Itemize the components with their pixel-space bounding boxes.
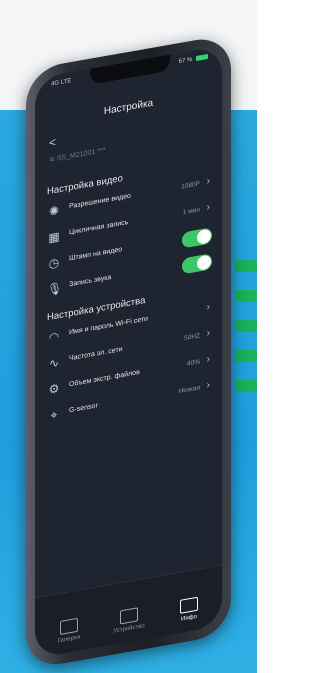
wifi-icon: ◠ xyxy=(48,329,60,345)
row-label: Цикличная запись xyxy=(69,218,129,237)
chevron-right-icon: › xyxy=(206,201,210,214)
chevron-right-icon: › xyxy=(206,175,210,188)
row-label: Имя и пароль Wi-Fi сети xyxy=(69,315,148,337)
page-title: Настройка xyxy=(103,97,154,118)
row-value: 1080P xyxy=(181,180,200,191)
row-label: G-sensor xyxy=(69,402,98,415)
info-icon xyxy=(180,596,198,614)
row-label: Запись звука xyxy=(69,273,112,289)
wifi-ssid: ≋ SS_M21001 *** xyxy=(49,146,105,164)
sun-icon: ✺ xyxy=(48,203,60,219)
microphone-icon: 🎙 xyxy=(47,280,63,298)
chevron-right-icon: › xyxy=(206,379,210,392)
app-screen: 4G LTE 67 % Настройка < ≋ SS_M21001 *** … xyxy=(35,45,222,659)
stamp-toggle[interactable] xyxy=(182,227,212,249)
row-label: Частота эл. сети xyxy=(69,345,123,363)
chevron-right-icon: › xyxy=(206,327,210,340)
row-label: Штамп на видео xyxy=(69,246,123,263)
ssid-label: SS_M21001 *** xyxy=(56,146,106,163)
status-bar: 4G LTE 67 % xyxy=(51,52,208,94)
crosshair-icon: ⌖ xyxy=(50,407,58,423)
gallery-icon xyxy=(60,617,78,636)
phone-frame: 4G LTE 67 % Настройка < ≋ SS_M21001 *** … xyxy=(26,33,231,671)
chevron-right-icon: › xyxy=(206,301,210,314)
toggle-knob xyxy=(197,228,211,245)
accent-marker xyxy=(235,290,257,302)
carrier-label: 4G LTE xyxy=(51,78,72,88)
phone-mockup: 4G LTE 67 % Настройка < ≋ SS_M21001 *** … xyxy=(26,4,231,671)
chevron-right-icon: › xyxy=(206,353,210,366)
row-label: Разрешение видео xyxy=(69,192,131,211)
row-value: 50HZ xyxy=(184,332,200,343)
accent-marker xyxy=(235,380,257,392)
battery-indicator: 67 % xyxy=(178,53,208,66)
tab-device[interactable]: Устройство xyxy=(101,604,157,637)
toggle-knob xyxy=(197,254,211,271)
row-value: 1 мин xyxy=(182,206,200,217)
row-label: Объем экстр. файлов xyxy=(69,368,140,389)
battery-percent: 67 % xyxy=(178,56,193,66)
clock-icon: ◷ xyxy=(48,255,60,271)
tab-gallery[interactable]: Галерея xyxy=(41,614,97,647)
tab-info[interactable]: Инфо xyxy=(161,593,217,626)
accent-marker xyxy=(235,350,257,362)
back-button[interactable]: < xyxy=(49,135,56,150)
battery-icon xyxy=(196,53,208,62)
waveform-icon: ∿ xyxy=(48,355,60,371)
accent-marker xyxy=(235,260,257,272)
tab-label: Устройство xyxy=(113,623,145,635)
accent-marker xyxy=(235,320,257,332)
tab-label: Инфо xyxy=(181,613,197,623)
gear-icon: ⚙ xyxy=(48,381,60,398)
tab-label: Галерея xyxy=(57,634,81,645)
audio-toggle[interactable] xyxy=(182,253,212,275)
row-value: 40% xyxy=(186,358,200,368)
clapperboard-icon: ▦ xyxy=(48,229,60,246)
camera-icon xyxy=(120,607,138,625)
row-value: Низкая xyxy=(178,384,200,396)
wifi-icon: ≋ xyxy=(49,155,55,164)
